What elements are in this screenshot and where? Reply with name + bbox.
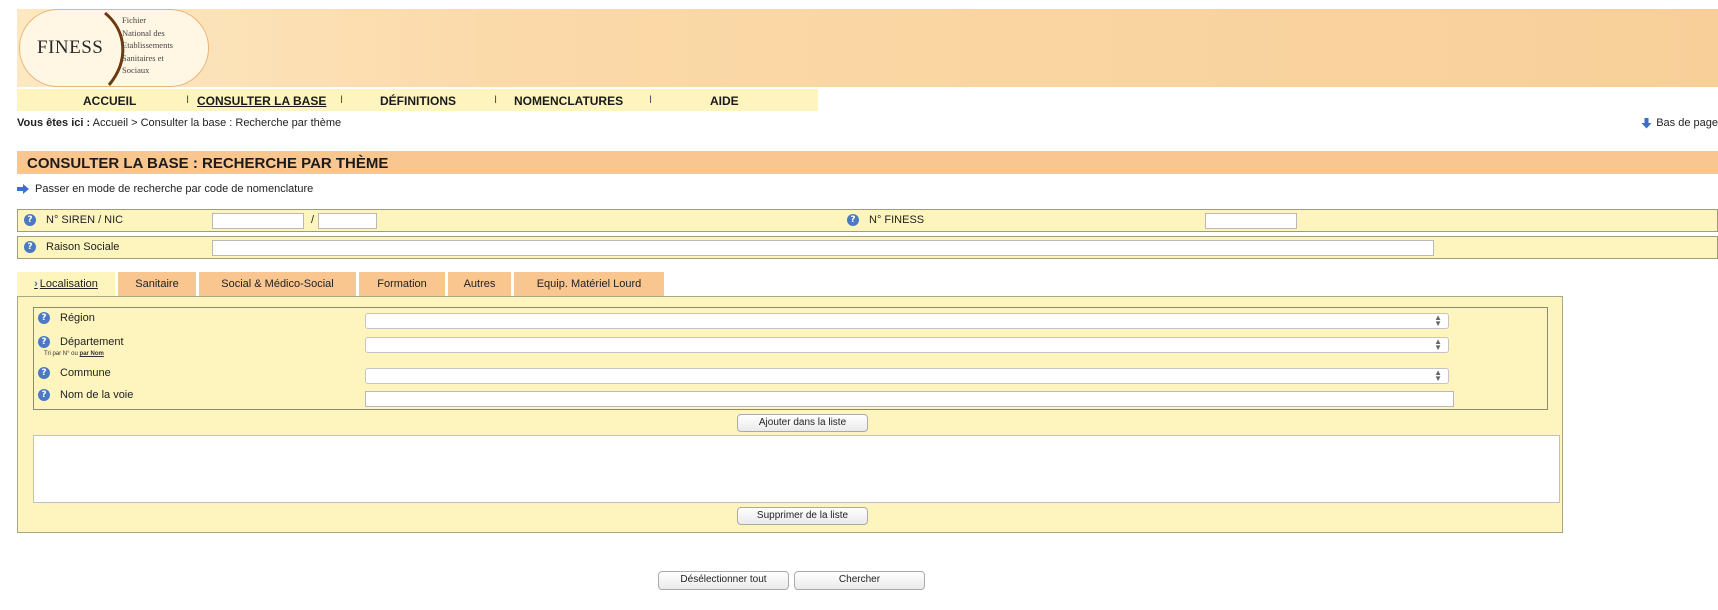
finess-input[interactable] <box>1205 213 1297 229</box>
tab-social-medico-social[interactable]: Social & Médico-Social <box>199 272 356 296</box>
departement-select[interactable]: ▲ ▼ <box>365 337 1449 353</box>
help-icon[interactable]: ? <box>24 241 36 253</box>
logo-subtitle-line: Etablissements <box>122 40 173 50</box>
logo-subtitle-line: Fichier <box>122 15 147 25</box>
page-title: CONSULTER LA BASE : RECHERCHE PAR THÈME <box>27 155 389 172</box>
help-icon[interactable]: ? <box>847 214 859 226</box>
nav-item-aide[interactable]: AIDE <box>710 94 739 108</box>
nav-item-accueil[interactable]: ACCUEIL <box>83 94 136 108</box>
bas-de-page-link[interactable]: Bas de page <box>1641 117 1718 129</box>
tab-label: Sanitaire <box>135 278 179 290</box>
page-title-bar: CONSULTER LA BASE : RECHERCHE PAR THÈME <box>17 151 1718 174</box>
breadcrumb: Vous êtes ici : Accueil > Consulter la b… <box>17 117 341 129</box>
localisation-panel: ? Région ▲ ▼ ? Département ▲ ▼ ? Commune ▲… <box>17 296 1563 533</box>
tab-autres[interactable]: Autres <box>448 272 511 296</box>
raison-sociale-label: Raison Sociale <box>46 241 120 253</box>
siren-label: N° SIREN / NIC <box>46 214 124 226</box>
region-label: Région <box>60 312 95 324</box>
nav-item-consulter-la-base[interactable]: CONSULTER LA BASE <box>197 94 326 108</box>
ajouter-button[interactable]: Ajouter dans la liste <box>737 414 868 432</box>
nic-input[interactable] <box>318 213 377 229</box>
commune-select[interactable]: ▲ ▼ <box>365 368 1449 384</box>
logo-subtitle-line: Sanitaires et <box>122 52 164 63</box>
selection-listbox[interactable] <box>33 435 1560 503</box>
voie-label-group: ? Nom de la voie <box>38 389 133 401</box>
siren-nic-separator: / <box>311 214 315 226</box>
logo-title: FINESS <box>37 37 104 58</box>
raison-sociale-label-group: ? Raison Sociale <box>24 241 119 253</box>
tri-par-nom-link[interactable]: par Nom <box>80 351 104 357</box>
region-select[interactable]: ▲ ▼ <box>365 313 1449 329</box>
tab-label: Formation <box>377 278 427 290</box>
main-nav: ACCUEIL I CONSULTER LA BASE I DÉFINITION… <box>17 89 818 111</box>
breadcrumb-prefix: Vous êtes ici : <box>17 117 91 129</box>
header-banner <box>17 9 1718 87</box>
tri-prefix: Tri par N° ou <box>44 351 78 357</box>
finess-label-group: ? N° FINESS <box>847 214 924 226</box>
region-label-group: ? Région <box>38 312 95 324</box>
breadcrumb-path[interactable]: Accueil > Consulter la base : Recherche … <box>90 117 342 129</box>
select-arrows-icon: ▲ ▼ <box>1434 313 1442 328</box>
nav-separator: I <box>340 94 344 106</box>
tab-label: Equip. Matériel Lourd <box>536 278 642 290</box>
logo-subtitle: Fichier National des Etablissements Sani… <box>122 14 208 77</box>
finess-logo[interactable]: FINESS Fichier National des Etablissemen… <box>19 9 209 87</box>
arrow-right-icon <box>17 184 29 194</box>
tab-label: Social & Médico-Social <box>221 278 334 290</box>
help-icon[interactable]: ? <box>38 312 50 324</box>
help-icon[interactable]: ? <box>38 336 50 348</box>
nav-separator: I <box>494 94 498 106</box>
siren-finess-row: ? N° SIREN / NIC / ? N° FINESS <box>17 209 1718 232</box>
siren-label-group: ? N° SIREN / NIC <box>24 214 123 226</box>
chevron-right-icon: › <box>34 278 38 290</box>
siren-input[interactable] <box>212 213 304 229</box>
logo-subtitle-line: Sociaux <box>122 65 150 75</box>
localisation-fields-box: ? Région ▲ ▼ ? Département ▲ ▼ ? Commune ▲… <box>33 307 1548 410</box>
chercher-button[interactable]: Chercher <box>794 571 925 590</box>
arrow-down-icon <box>1641 117 1652 128</box>
mode-switch-link[interactable]: Passer en mode de recherche par code de … <box>17 183 313 195</box>
select-arrows-icon: ▲ ▼ <box>1434 337 1442 352</box>
logo-subtitle-line: National des <box>122 27 165 38</box>
voie-input[interactable] <box>365 391 1454 407</box>
deselectionner-button[interactable]: Désélectionner tout <box>658 571 789 590</box>
tab-label: Autres <box>463 278 496 290</box>
raison-sociale-input[interactable] <box>212 240 1434 256</box>
commune-label-group: ? Commune <box>38 367 111 379</box>
bas-de-page-label: Bas de page <box>1656 117 1718 129</box>
tab-label: Localisation <box>39 278 98 290</box>
supprimer-button[interactable]: Supprimer de la liste <box>737 507 868 525</box>
departement-label: Département <box>60 336 124 348</box>
help-icon[interactable]: ? <box>38 389 50 401</box>
departement-label-group: ? Département <box>38 336 124 348</box>
tab-localisation[interactable]: › Localisation <box>17 272 115 296</box>
raison-sociale-row: ? Raison Sociale <box>17 236 1718 259</box>
nav-separator: I <box>649 94 653 106</box>
finess-label: N° FINESS <box>869 214 925 226</box>
help-icon[interactable]: ? <box>24 214 36 226</box>
select-arrows-icon: ▲ ▼ <box>1434 368 1442 383</box>
help-icon[interactable]: ? <box>38 367 50 379</box>
mode-switch-label: Passer en mode de recherche par code de … <box>35 183 314 195</box>
commune-label: Commune <box>60 367 111 379</box>
tab-equip-materiel-lourd[interactable]: Equip. Matériel Lourd <box>514 272 664 296</box>
tri-label: Tri par N° ou par Nom <box>44 351 104 357</box>
nav-item-nomenclatures[interactable]: NOMENCLATURES <box>514 94 623 108</box>
tab-sanitaire[interactable]: Sanitaire <box>118 272 196 296</box>
tab-formation[interactable]: Formation <box>359 272 445 296</box>
nav-item-definitions[interactable]: DÉFINITIONS <box>380 94 456 108</box>
nav-separator: I <box>186 94 190 106</box>
voie-label: Nom de la voie <box>60 389 134 401</box>
